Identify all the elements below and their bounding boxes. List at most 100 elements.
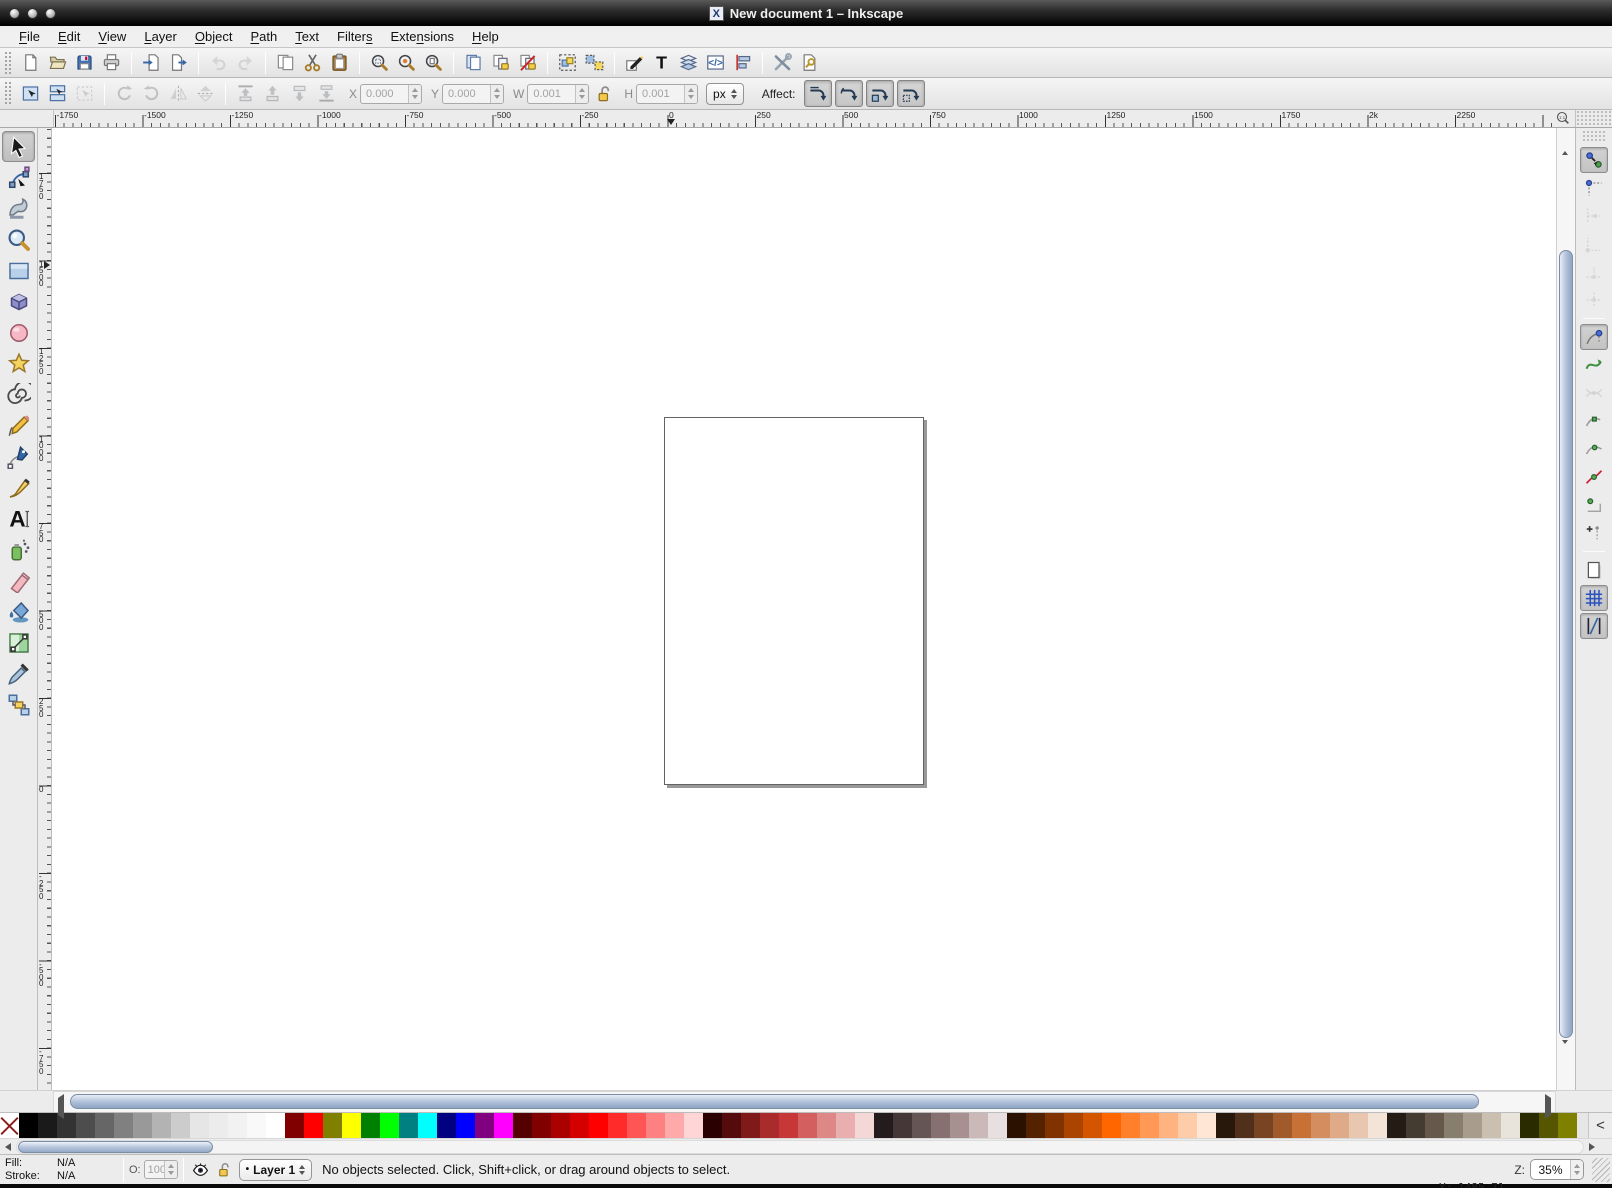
opacity-spinner[interactable] [164,1161,177,1178]
select-all-button[interactable] [17,81,44,107]
palette-swatch[interactable] [95,1113,114,1138]
palette-swatch[interactable] [1197,1113,1216,1138]
palette-swatch[interactable] [1140,1113,1159,1138]
palette-swatch[interactable] [1349,1113,1368,1138]
palette-swatch[interactable] [798,1113,817,1138]
palette-swatch[interactable] [1330,1113,1349,1138]
palette-swatch[interactable] [304,1113,323,1138]
palette-swatch[interactable] [760,1113,779,1138]
open-document-button[interactable] [44,50,71,76]
palette-swatch[interactable] [1007,1113,1026,1138]
copy-button[interactable] [272,50,299,76]
palette-swatch[interactable] [589,1113,608,1138]
minimize-button[interactable] [27,8,38,19]
horizontal-ruler[interactable]: -1750-1500-1250-1000-750-500-25002505007… [54,110,1555,127]
palette-swatch[interactable] [380,1113,399,1138]
zoom-to-drawing-button[interactable] [393,50,420,76]
palette-swatch[interactable] [665,1113,684,1138]
palette-swatch[interactable] [228,1113,247,1138]
palette-swatch[interactable] [703,1113,722,1138]
tool-bezier-pen[interactable] [2,441,35,472]
menu-text[interactable]: Text [286,26,328,47]
tool-tweak[interactable] [2,193,35,224]
palette-swatch[interactable] [1026,1113,1045,1138]
palette-swatch[interactable] [874,1113,893,1138]
palette-swatch[interactable] [152,1113,171,1138]
tool-calligraphy[interactable] [2,472,35,503]
palette-swatch[interactable] [722,1113,741,1138]
paste-button[interactable] [326,50,353,76]
layer-visibility-toggle[interactable] [189,1159,213,1181]
tool-eraser[interactable] [2,565,35,596]
zoom-corner-button[interactable]: 1:1 [1555,110,1575,128]
palette-swatch[interactable] [950,1113,969,1138]
snap-object-centers-toggle[interactable] [1580,492,1608,518]
palette-swatch[interactable] [456,1113,475,1138]
vertical-scroll-thumb[interactable] [1559,250,1573,1038]
palette-scroll-track[interactable] [16,1140,1584,1154]
snap-midpoints-toggle[interactable] [1580,464,1608,490]
vertical-scrollbar[interactable] [1556,128,1575,1090]
palette-swatch[interactable] [855,1113,874,1138]
palette-swatch[interactable] [1216,1113,1235,1138]
scroll-down-button[interactable] [1562,1044,1568,1062]
palette-swatch[interactable] [1045,1113,1064,1138]
menu-layer[interactable]: Layer [135,26,186,47]
height-spinner[interactable] [684,85,697,103]
menu-file[interactable]: File [10,26,49,47]
palette-swatch[interactable] [209,1113,228,1138]
snap-to-paths-toggle[interactable] [1580,352,1608,378]
palette-swatch[interactable] [323,1113,342,1138]
tool-spiral[interactable] [2,379,35,410]
palette-scroll-thumb[interactable] [18,1141,213,1153]
palette-swatch[interactable] [1102,1113,1121,1138]
menu-object[interactable]: Object [186,26,242,47]
palette-swatch[interactable] [1159,1113,1178,1138]
palette-swatch[interactable] [532,1113,551,1138]
y-spinner[interactable] [490,85,503,103]
menu-path[interactable]: Path [241,26,286,47]
palette-swatch[interactable] [76,1113,95,1138]
palette-swatch[interactable] [646,1113,665,1138]
no-color-swatch[interactable] [0,1113,19,1138]
palette-swatch[interactable] [836,1113,855,1138]
tool-3d-box[interactable] [2,286,35,317]
palette-swatch[interactable] [570,1113,589,1138]
resize-grip[interactable] [1592,1158,1610,1182]
align-dialog-button[interactable] [729,50,756,76]
transform-gradients-toggle[interactable] [866,80,894,107]
palette-swatch[interactable] [513,1113,532,1138]
close-button[interactable] [9,8,20,19]
horizontal-scrollbar[interactable] [54,1091,1555,1112]
palette-swatch[interactable] [551,1113,570,1138]
zoom-spinner[interactable] [1570,1160,1583,1179]
palette-swatch[interactable] [1254,1113,1273,1138]
palette-swatch[interactable] [684,1113,703,1138]
tool-gradient[interactable] [2,627,35,658]
save-document-button[interactable] [71,50,98,76]
palette-swatch[interactable] [266,1113,285,1138]
palette-swatch[interactable] [399,1113,418,1138]
layer-select[interactable]: • Layer 1 [239,1159,313,1181]
palette-swatch[interactable] [342,1113,361,1138]
transform-patterns-toggle[interactable] [897,80,925,107]
width-spinner[interactable] [575,85,588,103]
new-document-button[interactable] [17,50,44,76]
unit-select[interactable]: px [706,83,744,105]
snap-smooth-nodes-toggle[interactable] [1580,436,1608,462]
select-all-layers-button[interactable] [44,81,71,107]
menu-help[interactable]: Help [463,26,508,47]
ungroup-button[interactable] [581,50,608,76]
import-button[interactable] [138,50,165,76]
tool-node-editor[interactable] [2,162,35,193]
scroll-right-button[interactable] [1545,1098,1551,1116]
palette-swatch[interactable] [1121,1113,1140,1138]
palette-swatch[interactable] [38,1113,57,1138]
fill-stroke-indicator[interactable]: Fill: N/A Stroke: N/A [0,1157,118,1183]
width-input[interactable]: 0.001 [527,84,589,104]
palette-swatch[interactable] [1235,1113,1254,1138]
snap-cusp-nodes-toggle[interactable] [1580,408,1608,434]
unlink-clone-button[interactable] [514,50,541,76]
palette-swatch[interactable] [285,1113,304,1138]
palette-swatch[interactable] [912,1113,931,1138]
